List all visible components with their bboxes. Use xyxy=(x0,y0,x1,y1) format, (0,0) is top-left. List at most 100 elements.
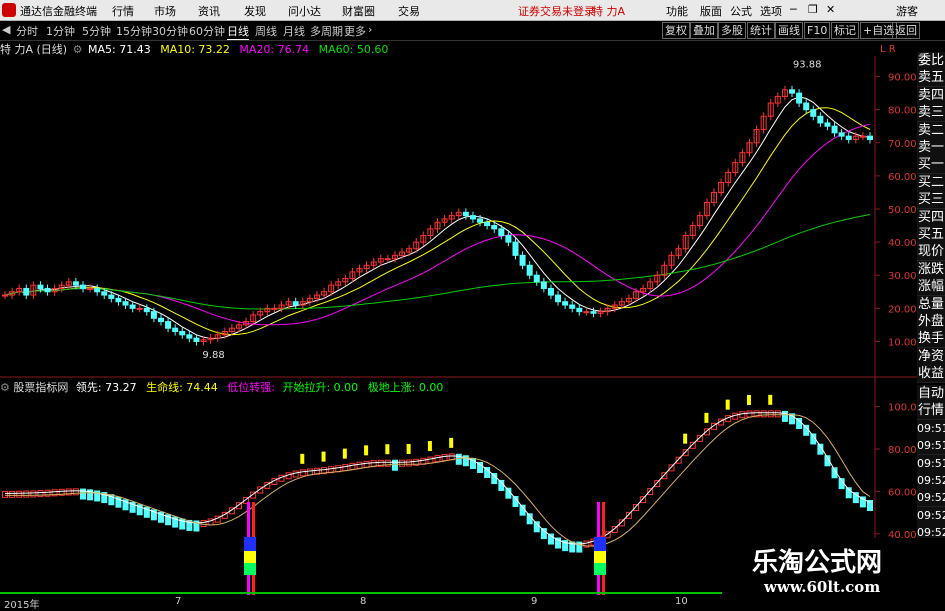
candle-body xyxy=(519,254,526,266)
indicator-bar xyxy=(434,455,441,463)
chevron-right-icon[interactable]: › xyxy=(368,23,372,36)
signal-blue-block xyxy=(594,537,606,551)
side-1[interactable]: 卖五 xyxy=(917,69,945,88)
chart-area[interactable]: L R 90.00 80.00 70.00 60.00 50.00 40.00 30.00 2… xyxy=(0,40,917,596)
side-16[interactable]: 换手 xyxy=(917,330,945,349)
side-12[interactable]: 涨跌 xyxy=(917,260,945,279)
candle-body xyxy=(271,307,278,310)
side-detail-0[interactable]: 自动 xyxy=(917,385,945,403)
lead-line xyxy=(5,412,871,545)
menu-wealth[interactable]: 财富圈 xyxy=(342,3,375,19)
indicator-lines xyxy=(5,412,871,547)
menu-ask[interactable]: 问小达 xyxy=(288,3,321,19)
watermark-name: 乐淘公式网 xyxy=(752,548,883,578)
side-17[interactable]: 净资 xyxy=(917,347,945,366)
guest-label[interactable]: 游客 xyxy=(896,3,918,19)
candle-body xyxy=(72,281,79,286)
candle-body xyxy=(789,89,796,94)
candle-body xyxy=(526,264,533,276)
indicator-bar xyxy=(306,468,313,476)
period-tab-weekly[interactable]: 周线 xyxy=(255,23,277,39)
mark-button[interactable]: 标记 xyxy=(831,22,859,39)
side-11[interactable]: 现价 xyxy=(917,243,945,262)
side-detail-7[interactable]: 09:52 xyxy=(917,506,945,525)
side-4[interactable]: 卖二 xyxy=(917,121,945,140)
menu-market[interactable]: 市场 xyxy=(154,3,176,19)
indicator-yellow-bar xyxy=(704,412,709,423)
price-tick-label: 20.00 xyxy=(888,304,917,315)
indicator-yellow-bar xyxy=(385,444,390,455)
side-detail-4[interactable]: 09:51 xyxy=(917,454,945,473)
side-13[interactable]: 涨幅 xyxy=(917,278,945,297)
statistics-button[interactable]: 统计 xyxy=(747,22,775,39)
indicator-bar xyxy=(406,459,413,467)
multi-stock-button[interactable]: 多股 xyxy=(718,22,746,39)
indicator-bar xyxy=(661,472,668,480)
menu-quotes[interactable]: 行情 xyxy=(112,3,134,19)
draw-line-button[interactable]: 画线 xyxy=(775,22,803,39)
indicator-yellow-bar xyxy=(342,448,347,459)
indicator-axis: 100.080.0060.0040.00 xyxy=(875,403,917,541)
price-tick-label: 70.00 xyxy=(888,139,917,150)
indicator-bar xyxy=(654,480,661,488)
menu-function[interactable]: 功能 xyxy=(666,3,688,19)
side-8[interactable]: 买三 xyxy=(917,191,945,210)
side-9[interactable]: 买四 xyxy=(917,208,945,227)
side-0[interactable]: 委比 xyxy=(917,52,945,70)
side-3[interactable]: 卖三 xyxy=(917,104,945,123)
indicator-yellow-bar xyxy=(406,443,411,454)
f10-button[interactable]: F10 xyxy=(804,22,831,39)
close-icon[interactable]: ✕ xyxy=(826,3,835,16)
overlay-button[interactable]: 叠加 xyxy=(690,22,718,39)
indicator-bar xyxy=(647,488,654,496)
adjust-button[interactable]: 复权 xyxy=(662,22,690,39)
side-14[interactable]: 总量 xyxy=(917,295,945,314)
side-18[interactable]: 收益 xyxy=(917,365,945,384)
side-15[interactable]: 外盘 xyxy=(917,313,945,331)
period-tab-60min[interactable]: 60分钟 xyxy=(189,23,225,39)
menu-trade[interactable]: 交易 xyxy=(398,3,420,19)
side-detail-5[interactable]: 09:52 xyxy=(917,472,945,490)
minimize-icon[interactable]: ─ xyxy=(790,3,797,16)
menu-discover[interactable]: 发现 xyxy=(244,3,266,19)
date-label-sep: 9 xyxy=(531,596,538,607)
side-5[interactable]: 卖一 xyxy=(917,139,945,157)
period-tab-daily[interactable]: 日线 xyxy=(227,23,249,40)
low-label: 9.88 xyxy=(202,350,224,361)
side-10[interactable]: 买五 xyxy=(917,226,945,244)
side-2[interactable]: 卖四 xyxy=(917,86,945,105)
side-detail-1[interactable]: 行情 xyxy=(917,402,945,421)
indicator-bar xyxy=(72,488,79,496)
restore-icon[interactable]: ❐ xyxy=(808,3,818,16)
candle-body xyxy=(498,228,505,236)
side-detail-2[interactable]: 09:51 xyxy=(917,419,945,438)
moving-averages xyxy=(4,96,871,339)
candle-body xyxy=(859,135,866,138)
period-tab-1min[interactable]: 1分钟 xyxy=(46,23,75,39)
menu-layout[interactable]: 版面 xyxy=(700,3,722,19)
side-6[interactable]: 买一 xyxy=(917,156,945,175)
corner-label: L R xyxy=(880,44,896,55)
side-detail-3[interactable]: 09:51 xyxy=(917,437,945,456)
login-status[interactable]: 证券交易未登录 xyxy=(518,3,595,19)
indicator-bar xyxy=(23,490,30,498)
candle-body xyxy=(569,304,576,309)
back-button[interactable]: 返回 xyxy=(892,22,920,39)
candle-body xyxy=(562,301,569,306)
side-7[interactable]: 买二 xyxy=(917,173,945,192)
indicator-bars xyxy=(2,394,873,553)
period-tab-multi[interactable]: 多周期 xyxy=(310,23,343,39)
period-tab-timeshare[interactable]: 分时 xyxy=(16,23,38,39)
side-detail-6[interactable]: 09:52 xyxy=(917,489,945,508)
menu-formula[interactable]: 公式 xyxy=(730,3,752,19)
period-tab-monthly[interactable]: 月线 xyxy=(283,23,305,39)
menu-news[interactable]: 资讯 xyxy=(198,3,220,19)
period-tab-15min[interactable]: 15分钟 xyxy=(116,23,152,39)
period-tab-more[interactable]: 更多 xyxy=(344,23,366,39)
candle-body xyxy=(101,291,108,296)
candle-body xyxy=(186,334,193,339)
chevron-left-icon[interactable]: ◀ xyxy=(2,23,10,36)
period-tab-5min[interactable]: 5分钟 xyxy=(82,23,111,39)
period-tab-30min[interactable]: 30分钟 xyxy=(152,23,188,39)
menu-options[interactable]: 选项 xyxy=(760,3,782,19)
